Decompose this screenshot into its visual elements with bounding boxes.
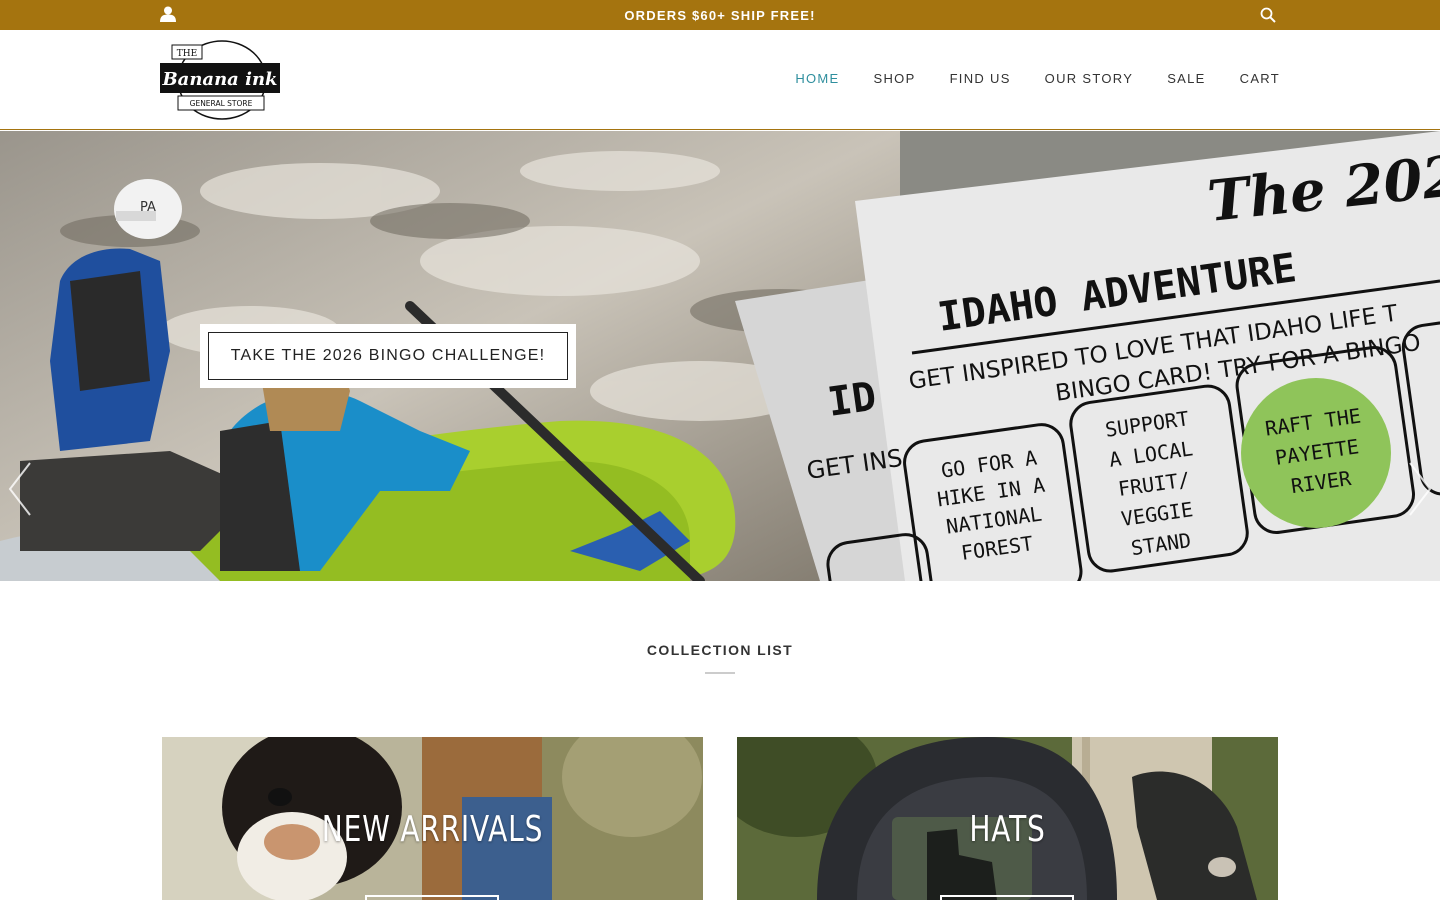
svg-text:THE: THE — [177, 49, 197, 59]
helmet-text: PA — [140, 200, 156, 215]
chevron-right-icon[interactable] — [1404, 461, 1434, 517]
announcement-text: ORDERS $60+ SHIP FREE! — [624, 8, 816, 23]
search-icon[interactable] — [1260, 7, 1276, 23]
title-divider — [705, 672, 735, 674]
hero-cta-frame: TAKE THE 2026 BINGO CHALLENGE! — [200, 324, 576, 388]
nav-sale[interactable]: SALE — [1167, 71, 1205, 86]
back-card-heading: ID — [825, 374, 879, 426]
site-header: THE Banana ink GENERAL STORE HOME SHOP F… — [0, 30, 1440, 130]
chevron-left-icon[interactable] — [6, 461, 36, 517]
collection-card-hats[interactable]: HATS — [737, 737, 1278, 900]
main-nav: HOME SHOP FIND US OUR STORY SALE CART — [795, 71, 1280, 86]
new-arrivals-label: NEW ARRIVALS — [321, 809, 544, 850]
svg-text:GENERAL STORE: GENERAL STORE — [190, 99, 253, 108]
nav-home[interactable]: HOME — [795, 71, 839, 86]
collection-list-title: COLLECTION LIST — [646, 642, 794, 658]
nav-our-story[interactable]: OUR STORY — [1045, 71, 1134, 86]
collection-card-new-arrivals[interactable]: NEW ARRIVALS — [162, 737, 703, 900]
svg-text:Banana ink: Banana ink — [161, 69, 277, 90]
store-logo[interactable]: THE Banana ink GENERAL STORE — [160, 39, 280, 121]
view-new-arrivals-button[interactable] — [365, 895, 499, 900]
bingo-challenge-button[interactable]: TAKE THE 2026 BINGO CHALLENGE! — [208, 332, 568, 380]
announcement-bar: ORDERS $60+ SHIP FREE! — [0, 0, 1440, 30]
hats-label: HATS — [969, 809, 1046, 850]
view-hats-button[interactable] — [940, 895, 1074, 900]
nav-cart[interactable]: CART — [1240, 71, 1280, 86]
nav-shop[interactable]: SHOP — [874, 71, 916, 86]
nav-find-us[interactable]: FIND US — [950, 71, 1011, 86]
